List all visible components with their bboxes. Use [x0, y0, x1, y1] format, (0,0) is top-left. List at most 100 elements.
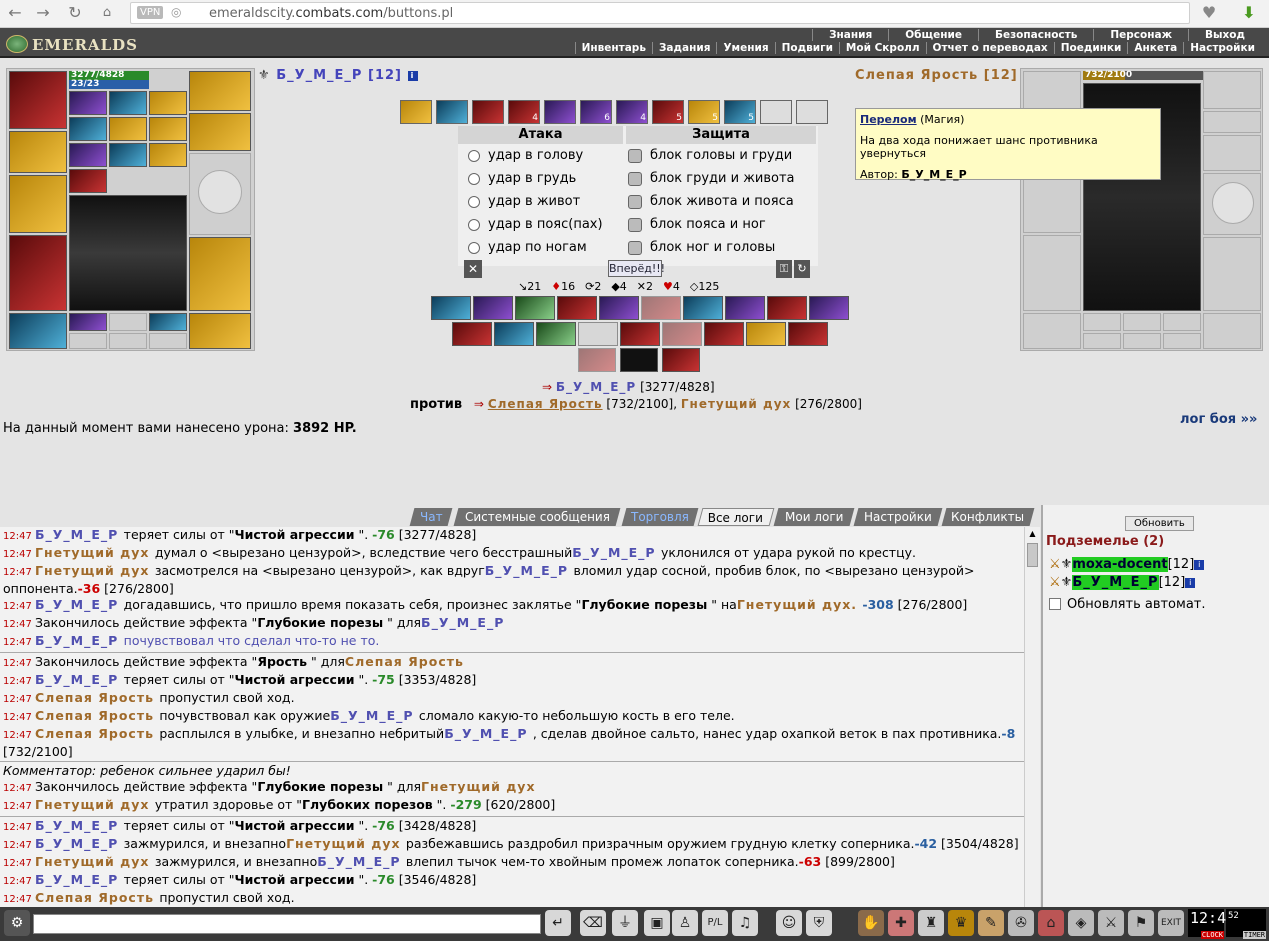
empty-slot-1[interactable]: [69, 333, 107, 349]
block-check-icon[interactable]: [628, 217, 642, 232]
tab-system[interactable]: Системные сообщения: [453, 508, 621, 526]
versus-enemy1[interactable]: Слепая Ярость: [488, 397, 603, 411]
technique-20[interactable]: [578, 348, 616, 372]
technique-15[interactable]: [620, 322, 660, 346]
item-slot-4[interactable]: [69, 143, 107, 167]
enemy-rune-slot-2[interactable]: [1123, 313, 1161, 331]
bracers-slot[interactable]: [9, 131, 67, 173]
forward-icon[interactable]: →: [32, 3, 54, 23]
url-text[interactable]: emeraldscity.combats.com/buttons.pl: [209, 6, 453, 21]
smile-icon[interactable]: ☺: [776, 910, 802, 936]
log-enemy[interactable]: Гнетущий дух: [421, 779, 535, 794]
gun-icon[interactable]: ✇: [1008, 910, 1034, 936]
technique-5[interactable]: [599, 296, 639, 320]
log-enemy[interactable]: Гнетущий дух.: [737, 597, 863, 612]
technique-22[interactable]: [662, 348, 700, 372]
log-enemy[interactable]: Слепая Ярость: [345, 654, 464, 669]
tab-my-logs[interactable]: Мои логи: [773, 508, 855, 526]
item-slot-6[interactable]: [149, 143, 187, 167]
menu-exit[interactable]: Выход: [1188, 29, 1261, 41]
technique-9[interactable]: [767, 296, 807, 320]
technique-19[interactable]: [788, 322, 828, 346]
refresh-button[interactable]: Обновить: [1125, 516, 1194, 531]
block-head-chest[interactable]: блок головы и груди: [626, 144, 816, 167]
ring-slot-1[interactable]: [69, 91, 107, 115]
block-check-icon[interactable]: [628, 194, 642, 209]
ring-slot-3[interactable]: [149, 91, 187, 115]
vpn-badge[interactable]: VPN: [137, 6, 164, 19]
home-icon[interactable]: ⌂: [96, 3, 118, 23]
player-avatar[interactable]: [69, 195, 187, 311]
menu-inventory[interactable]: Инвентарь: [574, 42, 652, 54]
battle-log-link[interactable]: лог боя »»: [1180, 412, 1257, 427]
log-enemy[interactable]: Слепая Ярость: [35, 890, 159, 905]
enemy-weapon-slot[interactable]: [1023, 175, 1081, 233]
block-belly-belt[interactable]: блок живота и пояса: [626, 190, 816, 213]
enemy-earring-slot[interactable]: [1203, 111, 1261, 133]
filter-icon[interactable]: ⏚: [612, 910, 638, 936]
send-icon[interactable]: ↵: [545, 910, 571, 936]
scroll-thumb[interactable]: [1027, 543, 1038, 567]
enemy-name[interactable]: Слепая Ярость [12] i: [855, 68, 1034, 83]
spell-slot-8[interactable]: 5: [652, 100, 684, 124]
technique-12[interactable]: [494, 322, 534, 346]
item-slot-7[interactable]: [69, 169, 107, 193]
tab-chat[interactable]: Чат: [409, 508, 453, 526]
enemy-empty-slot-1[interactable]: [1083, 333, 1121, 349]
menu-settings[interactable]: Настройки: [1183, 42, 1261, 54]
versus-self-name[interactable]: Б_У_М_Е_Р: [556, 380, 636, 394]
log-player[interactable]: Б_У_М_Е_Р: [317, 854, 406, 869]
log-player[interactable]: Б_У_М_Е_Р: [444, 726, 533, 741]
attack-belly[interactable]: удар в живот: [458, 190, 623, 213]
hand-icon[interactable]: ✋: [858, 910, 884, 936]
log-player[interactable]: Б_У_М_Е_Р: [35, 818, 124, 833]
walk-icon[interactable]: ♙: [672, 910, 698, 936]
spell-slot-2[interactable]: [436, 100, 468, 124]
log-player[interactable]: Б_У_М_Е_Р: [35, 633, 124, 648]
ring-slot-2[interactable]: [109, 91, 147, 115]
spell-slot-4[interactable]: 4: [508, 100, 540, 124]
log-enemy[interactable]: Гнетущий дух: [35, 563, 155, 578]
chat-input[interactable]: [33, 914, 541, 934]
refresh-icon[interactable]: ↻: [794, 260, 810, 278]
flag-icon[interactable]: ⚑: [1128, 910, 1154, 936]
menu-achievements[interactable]: Подвиги: [774, 42, 839, 54]
enemy-rune-slot-3[interactable]: [1163, 313, 1201, 331]
tab-trade[interactable]: Торговля: [621, 508, 699, 526]
technique-18[interactable]: [746, 322, 786, 346]
exit-icon[interactable]: EXIT: [1158, 910, 1184, 936]
user-row[interactable]: ⚔⚜moxa-docent[12] i: [1049, 557, 1205, 572]
technique-11[interactable]: [452, 322, 492, 346]
attack-legs[interactable]: удар по ногам: [458, 236, 623, 259]
logo[interactable]: EMERALDS: [6, 31, 146, 57]
technique-17[interactable]: [704, 322, 744, 346]
block-check-icon[interactable]: [628, 240, 642, 255]
helmet-icon[interactable]: ⛨: [806, 910, 832, 936]
spell-slot-7[interactable]: 4: [616, 100, 648, 124]
tab-conflicts[interactable]: Конфликты: [941, 508, 1035, 526]
tab-all-logs[interactable]: Все логи: [697, 508, 775, 526]
log-player[interactable]: Б_У_М_Е_Р: [35, 836, 124, 851]
technique-2[interactable]: [473, 296, 513, 320]
rune-slot-2[interactable]: [109, 313, 147, 331]
block-legs-head[interactable]: блок ног и головы: [626, 236, 816, 259]
technique-13[interactable]: [536, 322, 576, 346]
user-name[interactable]: Б_У_М_Е_Р: [1072, 575, 1159, 590]
player-name[interactable]: ⚜ Б_У_М_Е_Р [12] i: [258, 68, 418, 83]
menu-transfer-report[interactable]: Отчет о переводах: [925, 42, 1054, 54]
enemy-boots-slot[interactable]: [1203, 313, 1261, 349]
menu-communication[interactable]: Общение: [888, 29, 978, 41]
attack-head[interactable]: удар в голову: [458, 144, 623, 167]
music-icon[interactable]: ♫: [732, 910, 758, 936]
enemy-belt-slot[interactable]: [1023, 313, 1081, 349]
enemy-armor-slot[interactable]: [1023, 235, 1081, 311]
item-slot-5[interactable]: [109, 143, 147, 167]
log-player[interactable]: Б_У_М_Е_Р: [35, 527, 124, 542]
technique-7[interactable]: [683, 296, 723, 320]
spell-slot-10[interactable]: 5: [724, 100, 756, 124]
empty-slot-2[interactable]: [109, 333, 147, 349]
bag-icon[interactable]: ♜: [918, 910, 944, 936]
log-enemy[interactable]: Слепая Ярость: [35, 708, 159, 723]
technique-3[interactable]: [515, 296, 555, 320]
log-player[interactable]: Б_У_М_Е_Р: [485, 563, 574, 578]
